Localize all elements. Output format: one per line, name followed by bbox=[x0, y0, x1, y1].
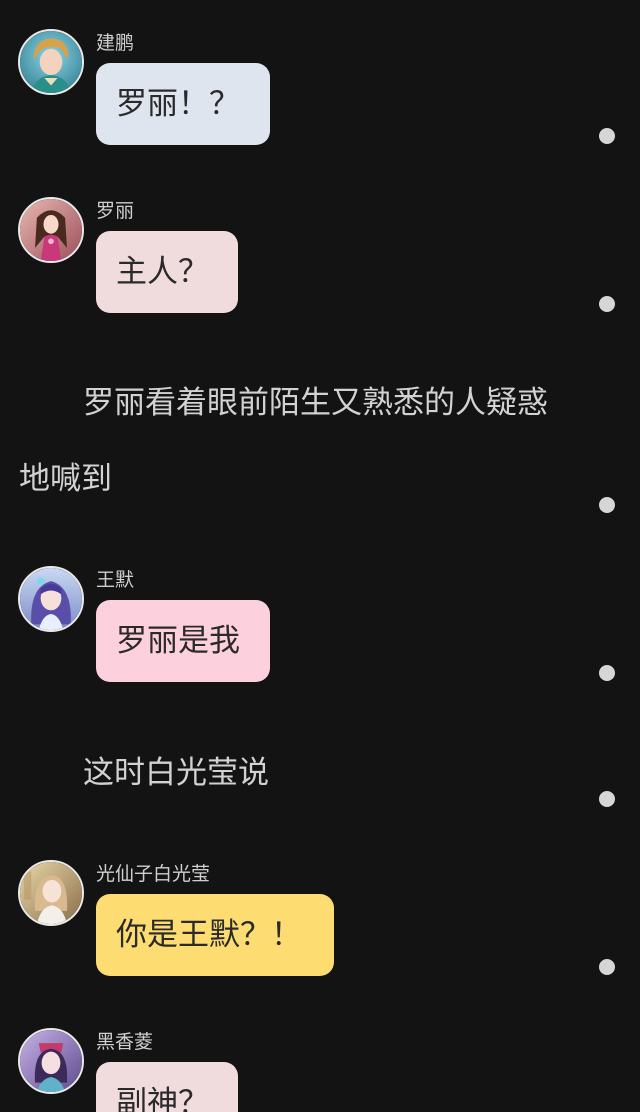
narration-text: 地喊到 bbox=[19, 461, 112, 497]
sender-name: 王默 bbox=[96, 569, 135, 591]
message-bubble[interactable]: 你是王默？！ bbox=[96, 894, 334, 976]
avatar-icon[interactable] bbox=[18, 197, 84, 263]
avatar-icon[interactable] bbox=[18, 566, 84, 632]
more-dot-icon[interactable] bbox=[599, 128, 615, 144]
message-bubble[interactable]: 罗丽！？ bbox=[96, 63, 270, 145]
chat-story-screen: 建鹏 罗丽！？ 罗丽 主人？ 罗丽看着眼前陌生又熟悉的人疑惑 地喊到 王默 罗丽… bbox=[0, 0, 640, 1112]
avatar-icon[interactable] bbox=[18, 29, 84, 95]
sender-name: 黑香菱 bbox=[96, 1031, 154, 1053]
avatar-icon[interactable] bbox=[18, 1028, 84, 1094]
sender-name: 罗丽 bbox=[96, 200, 135, 222]
narration-text: 这时白光莹说 bbox=[83, 755, 269, 791]
avatar-icon[interactable] bbox=[18, 860, 84, 926]
message-bubble[interactable]: 主人？ bbox=[96, 231, 238, 313]
more-dot-icon[interactable] bbox=[599, 959, 615, 975]
message-bubble[interactable]: 罗丽是我 bbox=[96, 600, 270, 682]
more-dot-icon[interactable] bbox=[599, 791, 615, 807]
narration-text: 罗丽看着眼前陌生又熟悉的人疑惑 bbox=[83, 385, 548, 421]
message-bubble[interactable]: 副神？ bbox=[96, 1062, 238, 1112]
sender-name: 光仙子白光莹 bbox=[96, 863, 211, 885]
more-dot-icon[interactable] bbox=[599, 296, 615, 312]
more-dot-icon[interactable] bbox=[599, 497, 615, 513]
sender-name: 建鹏 bbox=[96, 32, 135, 54]
more-dot-icon[interactable] bbox=[599, 665, 615, 681]
